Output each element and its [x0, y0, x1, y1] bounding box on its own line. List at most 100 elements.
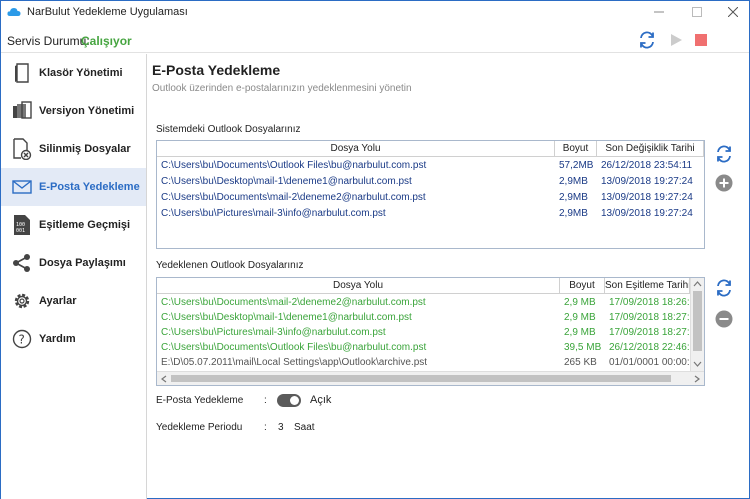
sidebar-item-label: Yardım	[39, 333, 76, 345]
page-subtitle: Outlook üzerinden e-postalarınızın yedek…	[152, 83, 412, 94]
sidebar-item-deleted-files[interactable]: Silinmiş Dosyalar	[1, 130, 146, 168]
share-icon	[11, 252, 33, 274]
setting-colon: :	[264, 395, 267, 406]
gear-icon	[11, 290, 33, 312]
scroll-right-icon	[694, 375, 700, 383]
cell-size: 2,9MB	[559, 208, 588, 219]
system-files-table[interactable]: Dosya Yolu Boyut Son Değişiklik Tarihi C…	[156, 140, 705, 249]
cell-path: C:\Users\bu\Documents\mail-2\deneme2@nar…	[161, 192, 426, 203]
sidebar-item-label: Versiyon Yönetimi	[39, 105, 135, 117]
sidebar-item-folder-management[interactable]: Klasör Yönetimi	[1, 54, 146, 92]
sidebar-item-label: Silinmiş Dosyalar	[39, 143, 131, 155]
folder-icon	[11, 62, 33, 84]
refresh-system-files-button[interactable]	[714, 144, 734, 164]
cell-date: 13/09/2018 19:27:24	[601, 192, 693, 203]
app-window: NarBulut Yedekleme Uygulaması Servis Dur…	[0, 0, 750, 499]
column-header-sync-date[interactable]: Son Eşitleme Tarihi	[605, 278, 690, 294]
scrollbar-thumb[interactable]	[171, 375, 671, 382]
table-row[interactable]: C:\Users\bu\Desktop\mail-1\deneme1@narbu…	[157, 310, 690, 325]
sidebar-item-label: Ayarlar	[39, 295, 77, 307]
main-panel: E-Posta Yedekleme Outlook üzerinden e-po…	[148, 54, 749, 499]
cell-size: 2,9 MB	[564, 312, 596, 323]
plus-circle-icon	[715, 174, 733, 192]
cell-date: 17/09/2018 18:27:18	[609, 312, 690, 323]
column-header-modified-date[interactable]: Son Değişiklik Tarihi	[597, 141, 704, 157]
close-button[interactable]	[717, 1, 749, 23]
minus-circle-icon	[715, 310, 733, 328]
backed-up-files-table[interactable]: Dosya Yolu Boyut Son Eşitleme Tarihi C:\…	[156, 277, 705, 386]
cell-size: 2,9 MB	[564, 327, 596, 338]
column-header-path[interactable]: Dosya Yolu	[157, 141, 555, 157]
table-row[interactable]: C:\Users\bu\Pictures\mail-3\info@narbulu…	[157, 325, 690, 340]
email-backup-toggle[interactable]	[277, 394, 301, 407]
cloud-app-icon	[7, 8, 21, 16]
sidebar-item-settings[interactable]: Ayarlar	[1, 282, 146, 320]
column-header-size[interactable]: Boyut	[555, 141, 597, 157]
svg-text:?: ?	[19, 333, 25, 347]
maximize-icon	[692, 7, 702, 17]
table-row[interactable]: C:\Users\bu\Documents\Outlook Files\bu@n…	[157, 158, 704, 173]
add-file-button[interactable]	[714, 173, 734, 193]
table-row[interactable]: E:\D\05.07.2011\mail\Local Settings\app\…	[157, 355, 690, 370]
table-row[interactable]: C:\Users\bu\Documents\mail-2\deneme2@nar…	[157, 295, 690, 310]
refresh-backed-up-files-button[interactable]	[714, 278, 734, 298]
cell-path: C:\Users\bu\Documents\mail-2\deneme2@nar…	[161, 297, 426, 308]
table-header: Dosya Yolu Boyut Son Eşitleme Tarihi	[157, 278, 690, 294]
remove-file-button[interactable]	[714, 309, 734, 329]
cell-size: 2,9MB	[559, 192, 588, 203]
backup-period-label: Yedekleme Periodu	[156, 422, 243, 433]
backup-period-unit: Saat	[294, 422, 315, 433]
table-row[interactable]: C:\Users\bu\Documents\Outlook Files\bu@n…	[157, 340, 690, 355]
cell-date: 17/09/2018 18:26:57	[609, 297, 690, 308]
cell-path: C:\Users\bu\Pictures\mail-3\info@narbulu…	[161, 208, 386, 219]
cell-path: C:\Users\bu\Desktop\mail-1\deneme1@narbu…	[161, 312, 412, 323]
cell-path: C:\Users\bu\Documents\Outlook Files\bu@n…	[161, 160, 427, 171]
vertical-scrollbar[interactable]	[690, 278, 704, 371]
service-status-value: Çalışıyor	[81, 34, 132, 48]
title-bar[interactable]: NarBulut Yedekleme Uygulaması	[1, 1, 749, 23]
table-row[interactable]: C:\Users\bu\Desktop\mail-1\deneme1@narbu…	[157, 174, 704, 189]
stop-icon	[695, 34, 707, 46]
refresh-icon	[640, 31, 654, 49]
mail-icon	[11, 176, 33, 198]
cell-path: C:\Users\bu\Desktop\mail-1\deneme1@narbu…	[161, 176, 412, 187]
sidebar-item-label: Dosya Paylaşımı	[39, 257, 126, 269]
cell-size: 39,5 MB	[564, 342, 602, 353]
email-backup-toggle-state: Açık	[310, 394, 332, 406]
table-row[interactable]: C:\Users\bu\Documents\mail-2\deneme2@nar…	[157, 190, 704, 205]
cell-date: 01/01/0001 00:00:00	[609, 357, 690, 368]
scroll-left-icon	[161, 375, 167, 383]
column-header-path[interactable]: Dosya Yolu	[157, 278, 560, 294]
sidebar-item-label: Eşitleme Geçmişi	[39, 219, 131, 231]
cell-date: 13/09/2018 19:27:24	[601, 208, 693, 219]
sidebar: Klasör Yönetimi Versiyon Yönetimi Silinm…	[1, 54, 147, 499]
cell-date: 26/12/2018 23:54:11	[601, 160, 693, 171]
sidebar-item-email-backup[interactable]: E-Posta Yedekleme	[1, 168, 146, 206]
backup-period-value[interactable]: 3	[278, 422, 284, 433]
scrollbar-thumb[interactable]	[693, 291, 702, 351]
refresh-service-button[interactable]	[637, 30, 657, 50]
horizontal-scrollbar[interactable]	[157, 371, 704, 385]
close-icon	[728, 7, 738, 17]
start-service-button[interactable]	[666, 30, 686, 50]
backed-up-files-section-title: Yedeklenen Outlook Dosyalarınız	[156, 260, 304, 271]
table-row[interactable]: C:\Users\bu\Pictures\mail-3\info@narbulu…	[157, 206, 704, 221]
cell-date: 17/09/2018 18:27:37	[609, 327, 690, 338]
cell-date: 26/12/2018 22:46:11	[609, 342, 690, 353]
scroll-down-icon	[693, 361, 702, 367]
sidebar-item-file-sharing[interactable]: Dosya Paylaşımı	[1, 244, 146, 282]
cell-size: 57,2MB	[559, 160, 594, 171]
sidebar-item-sync-history[interactable]: 100 001 Eşitleme Geçmişi	[1, 206, 146, 244]
maximize-button[interactable]	[681, 1, 713, 23]
sidebar-item-label: E-Posta Yedekleme	[39, 181, 140, 193]
column-header-size[interactable]: Boyut	[560, 278, 605, 294]
page-title: E-Posta Yedekleme	[152, 62, 281, 78]
stop-service-button[interactable]	[691, 30, 711, 50]
refresh-icon	[717, 145, 731, 163]
cell-size: 265 KB	[564, 357, 597, 368]
cell-path: C:\Users\bu\Pictures\mail-3\info@narbulu…	[161, 327, 386, 338]
deleted-file-icon	[11, 138, 33, 160]
sidebar-item-version-management[interactable]: Versiyon Yönetimi	[1, 92, 146, 130]
sidebar-item-help[interactable]: ? Yardım	[1, 320, 146, 358]
minimize-button[interactable]	[643, 1, 675, 23]
